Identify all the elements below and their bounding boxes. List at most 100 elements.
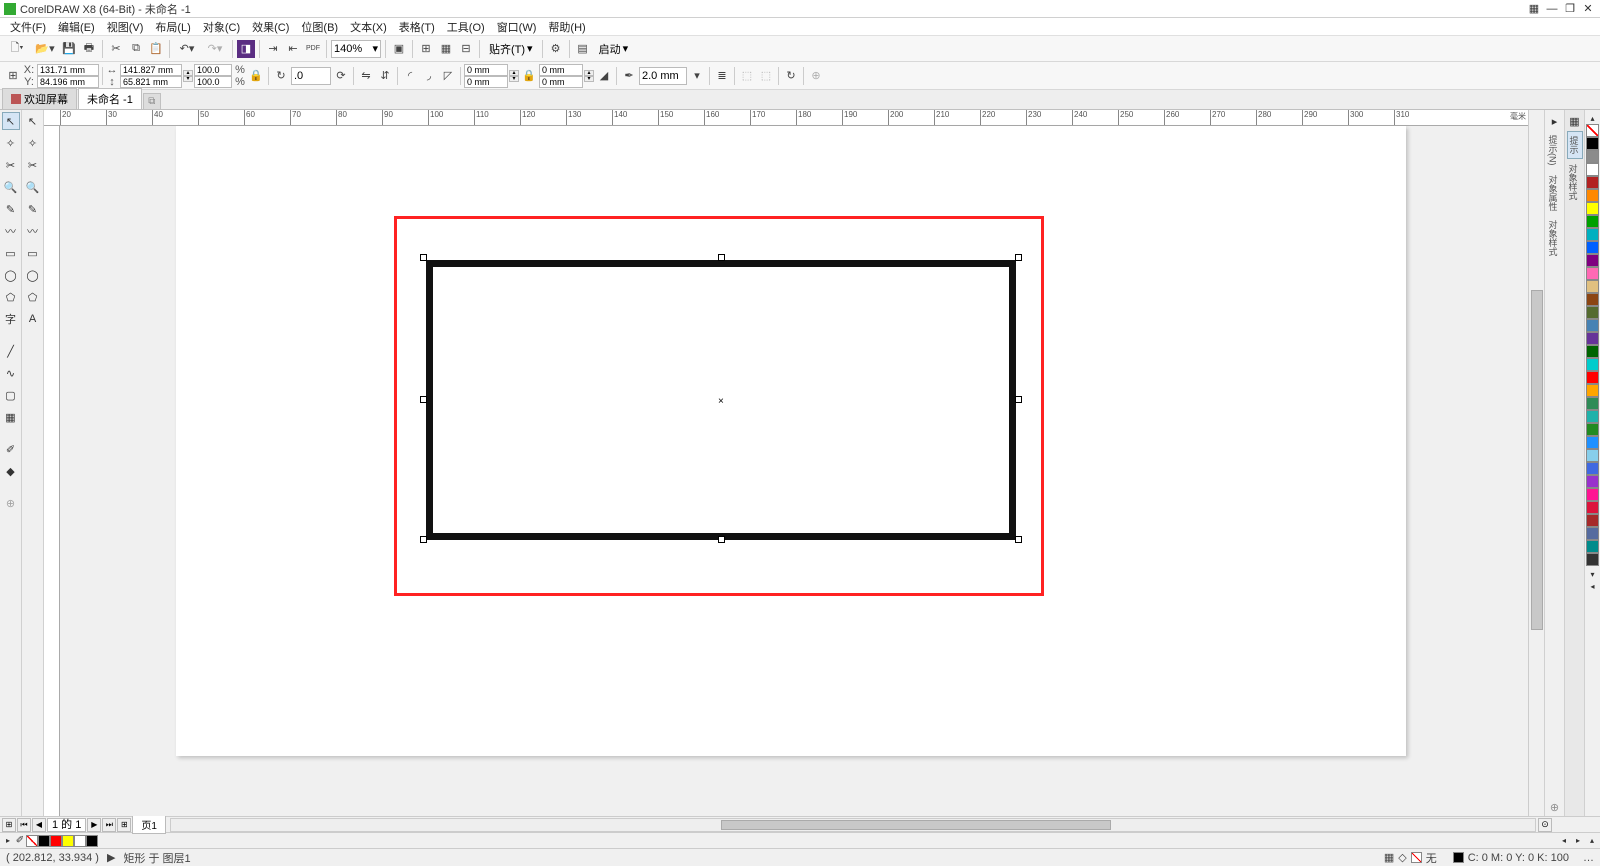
parallel-dimension-tool[interactable]: ╱ [2, 342, 20, 360]
page-add-after-button[interactable]: ⊞ [117, 818, 131, 832]
color-swatch[interactable] [1586, 514, 1599, 527]
print-button[interactable]: 🖶 [80, 40, 98, 58]
color-swatch[interactable] [1586, 150, 1599, 163]
fly-zoom[interactable]: 🔍 [24, 178, 42, 196]
docpal-up-icon[interactable]: ▴ [1586, 835, 1598, 847]
app-launcher-icon[interactable]: ▤ [574, 40, 592, 58]
corner-right-spinner[interactable]: ▴▾ [584, 70, 594, 82]
rotation-presets-dropdown[interactable]: ⟳ [332, 67, 350, 85]
options-button[interactable]: ⚙ [547, 40, 565, 58]
color-swatch[interactable] [1586, 488, 1599, 501]
menu-edit[interactable]: 编辑(E) [52, 19, 101, 35]
palette-flyout-icon[interactable]: ◂ [1584, 580, 1600, 592]
docpal-no-color[interactable] [26, 835, 38, 847]
show-rulers-button[interactable]: ⊞ [417, 40, 435, 58]
navigator-button[interactable]: ⊙ [1538, 818, 1552, 832]
menu-file[interactable]: 文件(F) [4, 19, 52, 35]
close-button[interactable]: ✕ [1580, 2, 1596, 16]
color-swatch[interactable] [1586, 189, 1599, 202]
fly-polygon[interactable]: ⬠ [24, 288, 42, 306]
shape-tool[interactable]: ✧ [2, 134, 20, 152]
vertical-scrollbar[interactable] [1528, 110, 1544, 816]
new-button[interactable]: 🗋▾ [4, 40, 30, 58]
color-swatch[interactable] [1586, 462, 1599, 475]
fly-pick[interactable]: ↖ [24, 112, 42, 130]
page-last-button[interactable]: ⏭ [102, 818, 116, 832]
handle-bl[interactable] [420, 536, 427, 543]
scale-y-input[interactable] [194, 76, 232, 88]
fill-indicator-icon[interactable]: ◇ [1398, 851, 1406, 864]
handle-ml[interactable] [420, 396, 427, 403]
outline-color-swatch[interactable] [1453, 852, 1464, 863]
text-tool[interactable]: 字 [2, 310, 20, 328]
page-next-button[interactable]: ▶ [87, 818, 101, 832]
fly-crop[interactable]: ✂ [24, 156, 42, 174]
tab-list-button[interactable]: ⧉ [143, 93, 161, 109]
color-swatch[interactable] [1586, 449, 1599, 462]
corner-scallop-button[interactable]: ◞ [420, 67, 438, 85]
horizontal-scrollbar[interactable] [170, 818, 1536, 832]
docker-add-icon[interactable]: ⊕ [1546, 798, 1564, 816]
ellipse-tool[interactable]: ◯ [2, 266, 20, 284]
color-swatch[interactable] [1586, 215, 1599, 228]
color-swatch[interactable] [1586, 267, 1599, 280]
polygon-tool[interactable]: ⬠ [2, 288, 20, 306]
copy-button[interactable]: ⧉ [127, 40, 145, 58]
docpal-swatch[interactable] [86, 835, 98, 847]
lock-ratio-button[interactable]: 🔒 [247, 67, 265, 85]
color-swatch[interactable] [1586, 319, 1599, 332]
paste-button[interactable]: 📋 [147, 40, 165, 58]
color-swatch[interactable] [1586, 410, 1599, 423]
rotation-input[interactable] [291, 67, 331, 85]
publish-pdf-button[interactable]: PDF [304, 40, 322, 58]
zoom-level-select[interactable]: 140%▾ [331, 40, 381, 58]
handle-bm[interactable] [718, 536, 725, 543]
back-of-layer-button[interactable]: ⬚ [757, 67, 775, 85]
height-input[interactable] [120, 76, 182, 88]
export-button[interactable]: ⇤ [284, 40, 302, 58]
color-swatch[interactable] [1586, 371, 1599, 384]
no-color-swatch[interactable] [1586, 124, 1599, 137]
fly-shape[interactable]: ✧ [24, 134, 42, 152]
menu-table[interactable]: 表格(T) [393, 19, 441, 35]
interactive-fill-tool[interactable]: ◆ [2, 462, 20, 480]
open-button[interactable]: 📂▾ [32, 40, 58, 58]
menu-tools[interactable]: 工具(O) [441, 19, 491, 35]
page-first-button[interactable]: ⏮ [17, 818, 31, 832]
menu-window[interactable]: 窗口(W) [491, 19, 543, 35]
menu-view[interactable]: 视图(V) [101, 19, 150, 35]
color-swatch[interactable] [1586, 163, 1599, 176]
relative-corner-scale-button[interactable]: ◢ [595, 67, 613, 85]
vertical-scroll-thumb[interactable] [1531, 290, 1543, 630]
corner-chamfer-button[interactable]: ◸ [439, 67, 457, 85]
color-swatch[interactable] [1586, 176, 1599, 189]
color-eyedropper-tool[interactable]: ✐ [2, 440, 20, 458]
color-swatch[interactable] [1586, 228, 1599, 241]
connector-tool[interactable]: ∿ [2, 364, 20, 382]
color-swatch[interactable] [1586, 202, 1599, 215]
page-add-button[interactable]: ⊞ [2, 818, 16, 832]
artistic-media-tool[interactable]: 〰 [2, 222, 20, 240]
custom-window-icon[interactable]: ▦ [1526, 2, 1542, 16]
color-swatch[interactable] [1586, 254, 1599, 267]
color-swatch[interactable] [1586, 475, 1599, 488]
save-button[interactable]: 💾 [60, 40, 78, 58]
color-swatch[interactable] [1586, 137, 1599, 150]
color-swatch[interactable] [1586, 384, 1599, 397]
cut-button[interactable]: ✂ [107, 40, 125, 58]
docker-hints-2[interactable]: 提示 [1567, 131, 1583, 159]
quick-customize-tool[interactable]: ⊕ [2, 494, 20, 512]
docker-object-styles-2[interactable]: 对象样式 [1567, 160, 1583, 204]
docpal-swatch[interactable] [50, 835, 62, 847]
rectangle-tool[interactable]: ▭ [2, 244, 20, 262]
handle-mr[interactable] [1015, 396, 1022, 403]
fly-artistic[interactable]: 〰 [24, 222, 42, 240]
tab-welcome[interactable]: 欢迎屏幕 [2, 88, 77, 109]
snap-to-dropdown[interactable]: 贴齐(T)▾ [484, 40, 538, 58]
docpal-swatch[interactable] [62, 835, 74, 847]
docker-object-properties[interactable]: 对象属性 [1547, 171, 1563, 215]
object-origin-button[interactable]: ⊞ [4, 67, 22, 85]
menu-bitmap[interactable]: 位图(B) [295, 19, 344, 35]
search-content-button[interactable]: ◨ [237, 40, 255, 58]
status-flyout-icon[interactable]: … [1583, 852, 1594, 864]
